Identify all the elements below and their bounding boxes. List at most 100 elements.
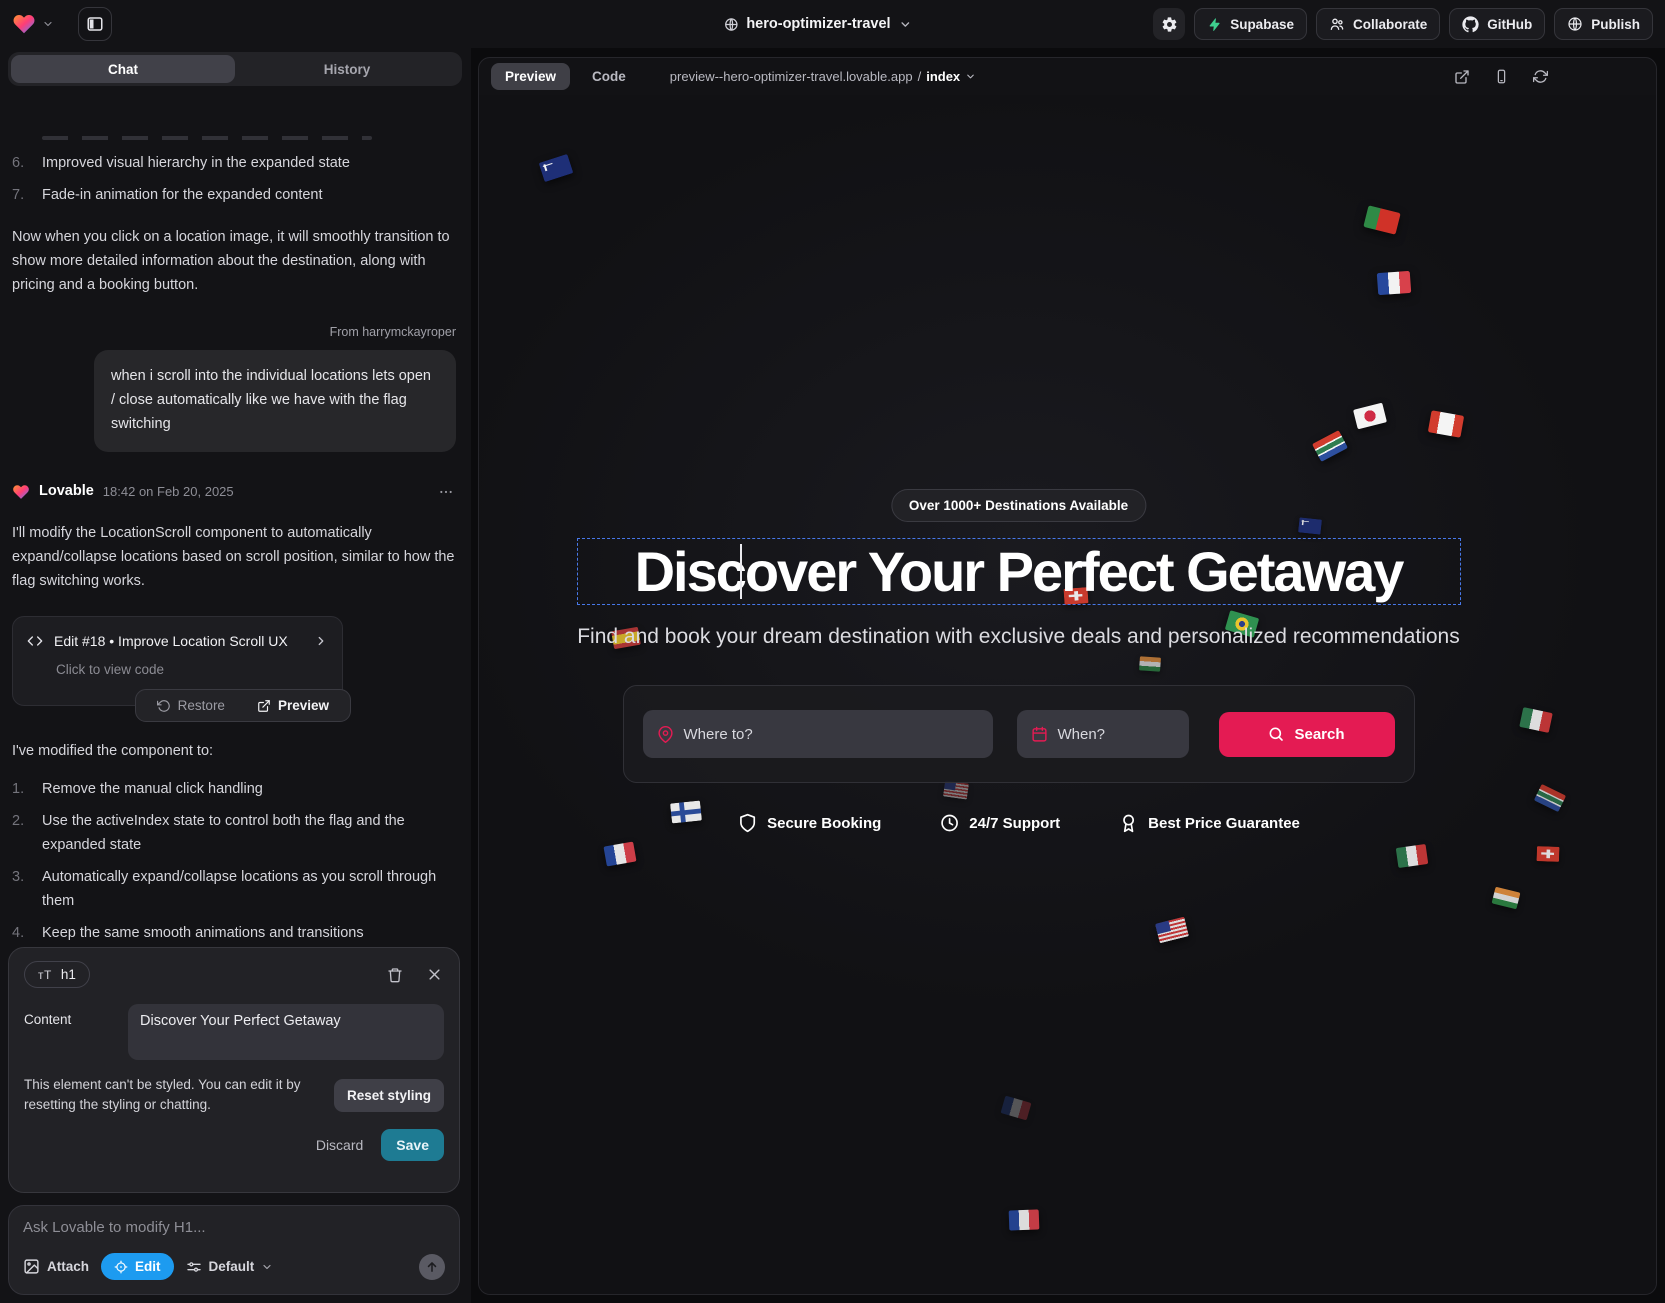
shield-icon	[737, 813, 757, 833]
edit-card-title: Edit #18 • Improve Location Scroll UX	[54, 630, 288, 653]
edit-version-card[interactable]: Edit #18 • Improve Location Scroll UX Cl…	[12, 616, 343, 706]
selected-h1-element[interactable]: Discover Your Perfect Getaway	[577, 538, 1461, 605]
preview-url[interactable]: preview--hero-optimizer-travel.lovable.a…	[670, 69, 976, 84]
cropped-text-line	[42, 136, 372, 140]
target-icon	[114, 1260, 128, 1274]
content-label: Content	[24, 1004, 128, 1060]
delete-element-button[interactable]	[385, 965, 405, 985]
assistant-timestamp: 18:42 on Feb 20, 2025	[103, 481, 234, 502]
external-link-icon	[257, 699, 271, 713]
edit-mode-button[interactable]: Edit	[101, 1253, 174, 1280]
message-menu-button[interactable]	[436, 482, 456, 502]
restore-button[interactable]: Restore	[151, 697, 231, 714]
supabase-button[interactable]: Supabase	[1194, 8, 1307, 40]
chevron-down-icon	[899, 18, 912, 31]
save-button[interactable]: Save	[381, 1129, 444, 1161]
from-label: From harrymckayroper	[12, 322, 456, 343]
trust-features: Secure Booking 24/7 Support Best Price G…	[737, 813, 1300, 833]
project-switcher[interactable]: hero-optimizer-travel	[723, 16, 911, 32]
element-tag-label: h1	[61, 967, 76, 982]
chevron-down-icon	[965, 71, 976, 82]
sidebar-toggle-button[interactable]	[78, 7, 112, 41]
chevron-right-icon	[314, 634, 328, 648]
award-icon	[1118, 813, 1138, 833]
list-item: 7.Fade-in animation for the expanded con…	[12, 184, 456, 208]
list-item: 4.Keep the same smooth animations and tr…	[12, 922, 456, 946]
list-item: 6.Improved visual hierarchy in the expan…	[12, 152, 456, 176]
content-textarea[interactable]: Discover Your Perfect Getaway	[128, 1004, 444, 1060]
people-icon	[1329, 16, 1345, 32]
close-icon	[427, 967, 442, 982]
user-message-bubble: when i scroll into the individual locati…	[94, 350, 456, 452]
assistant-header: Lovable 18:42 on Feb 20, 2025	[12, 480, 456, 504]
arrow-up-icon	[425, 1260, 439, 1274]
ellipsis-icon	[438, 484, 454, 500]
reset-styling-button[interactable]: Reset styling	[334, 1079, 444, 1112]
open-in-new-tab-button[interactable]	[1454, 69, 1470, 85]
search-card: Where to? When? Search	[623, 685, 1415, 783]
text-caret	[740, 544, 742, 599]
preview-pane: Preview Code preview--hero-optimizer-tra…	[478, 57, 1657, 1295]
hero-subtitle: Find and book your dream destination wit…	[529, 625, 1509, 649]
globe-icon	[1567, 16, 1583, 32]
assistant-paragraph: I'll modify the LocationScroll component…	[12, 522, 456, 594]
publish-button[interactable]: Publish	[1554, 8, 1653, 40]
close-panel-button[interactable]	[425, 965, 444, 984]
external-link-icon	[1454, 69, 1470, 85]
list-item: 1.Remove the manual click handling	[12, 778, 456, 802]
where-to-input[interactable]: Where to?	[643, 710, 993, 758]
chat-composer[interactable]: Ask Lovable to modify H1... Attach Edit …	[8, 1205, 460, 1295]
element-editor-panel: тT h1 Content Discover Your Perfect Geta…	[8, 947, 460, 1193]
assistant-paragraph: I've modified the component to:	[12, 740, 456, 764]
destinations-badge: Over 1000+ Destinations Available	[891, 489, 1146, 522]
restore-preview-pill: Restore Preview	[135, 689, 351, 722]
mobile-view-button[interactable]	[1494, 69, 1509, 84]
github-icon	[1462, 16, 1479, 33]
element-tag-pill[interactable]: тT h1	[24, 961, 90, 988]
preview-frame: Preview Code preview--hero-optimizer-tra…	[471, 48, 1665, 1303]
feature-support: 24/7 Support	[939, 813, 1060, 833]
assistant-name: Lovable	[39, 480, 94, 504]
map-pin-icon	[657, 726, 674, 743]
app-header: hero-optimizer-travel Supabase Collabora…	[0, 0, 1665, 48]
collaborate-button[interactable]: Collaborate	[1316, 8, 1440, 40]
assistant-paragraph: Now when you click on a location image, …	[12, 226, 456, 298]
when-input[interactable]: When?	[1017, 710, 1189, 758]
refresh-icon	[1533, 69, 1548, 84]
trash-icon	[387, 967, 403, 983]
tab-chat[interactable]: Chat	[11, 55, 235, 83]
tab-history[interactable]: History	[235, 55, 459, 83]
type-icon: тT	[38, 968, 52, 982]
refresh-button[interactable]	[1533, 69, 1548, 84]
send-button[interactable]	[419, 1254, 445, 1280]
search-button[interactable]: Search	[1219, 712, 1395, 757]
edit-card-subtitle: Click to view code	[56, 659, 328, 681]
chat-history-tabs: Chat History	[8, 52, 462, 86]
feature-price-guarantee: Best Price Guarantee	[1118, 813, 1300, 833]
hero-section: Over 1000+ Destinations Available Discov…	[479, 95, 1656, 1294]
tab-code[interactable]: Code	[586, 68, 632, 85]
chevron-down-icon[interactable]	[42, 18, 54, 30]
gear-icon	[1161, 16, 1178, 33]
discard-button[interactable]: Discard	[306, 1129, 373, 1161]
chat-messages[interactable]: 6.Improved visual hierarchy in the expan…	[0, 134, 470, 947]
github-button[interactable]: GitHub	[1449, 8, 1545, 40]
image-attach-icon	[23, 1258, 40, 1275]
list-item: 3.Automatically expand/collapse location…	[12, 866, 456, 914]
assistant-list-top: 6.Improved visual hierarchy in the expan…	[12, 152, 456, 208]
chevron-down-icon	[261, 1261, 273, 1273]
preview-version-button[interactable]: Preview	[251, 697, 335, 714]
composer-input[interactable]: Ask Lovable to modify H1...	[23, 1219, 445, 1236]
sliders-icon	[186, 1259, 202, 1275]
calendar-icon	[1031, 726, 1048, 743]
lovable-heart-icon	[12, 483, 30, 501]
model-default-button[interactable]: Default	[186, 1259, 274, 1275]
lovable-logo[interactable]	[12, 12, 36, 36]
search-icon	[1268, 726, 1284, 742]
tab-preview[interactable]: Preview	[491, 63, 570, 90]
globe-icon	[723, 17, 738, 32]
settings-button[interactable]	[1153, 8, 1185, 40]
feature-secure-booking: Secure Booking	[737, 813, 881, 833]
attach-button[interactable]: Attach	[23, 1258, 89, 1275]
mobile-icon	[1494, 69, 1509, 84]
